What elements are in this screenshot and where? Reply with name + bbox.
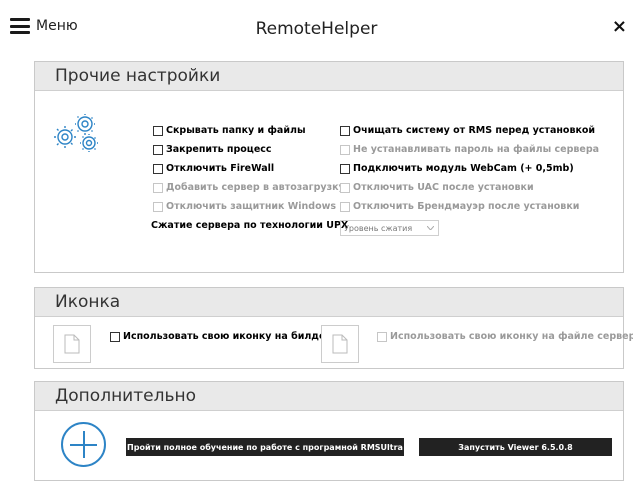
icon-body: Использовать свою иконку на билде Исполь…: [35, 317, 633, 369]
build-icon-picker[interactable]: [53, 325, 91, 363]
add-plus-icon[interactable]: [61, 422, 106, 467]
checkbox-disable-uac[interactable]: Отключить UAC после установки: [340, 182, 534, 193]
extra-panel: Дополнительно Пройти полное обучение по …: [34, 381, 624, 481]
menu-label: Меню: [36, 18, 78, 34]
file-icon: [64, 334, 80, 354]
gears-icon: [54, 114, 98, 152]
checkbox-use-icon-build[interactable]: Использовать свою иконку на билде: [110, 331, 325, 342]
icon-header: Иконка: [35, 288, 623, 317]
other-settings-body: Скрывать папку и файлы Закрепить процесс…: [35, 91, 623, 273]
file-icon: [332, 334, 348, 354]
other-settings-panel: Прочие настройки Скрывать папку и файлы …: [34, 61, 624, 273]
training-button[interactable]: Пройти полное обучение по работе с прогр…: [126, 438, 404, 456]
checkbox-use-icon-server[interactable]: Использовать свою иконку на файле сервер…: [377, 331, 633, 342]
server-icon-picker[interactable]: [321, 325, 359, 363]
checkbox-clean-rms[interactable]: Очищать систему от RMS перед установкой: [340, 125, 595, 136]
checkbox-webcam[interactable]: Подключить модуль WebCam (+ 0,5mb): [340, 163, 574, 174]
checkbox-disable-firewall[interactable]: Отключить FireWall: [153, 163, 274, 174]
upx-label: Сжатие сервера по технологии UPX: [151, 220, 349, 231]
chevron-down-icon: [427, 226, 434, 230]
checkbox-pin-process[interactable]: Закрепить процесс: [153, 144, 272, 155]
app-title: RemoteHelper: [255, 19, 378, 39]
checkbox-no-password[interactable]: Не устанавливать пароль на файлы сервера: [340, 144, 599, 155]
checkbox-autostart[interactable]: Добавить сервер в автозагрузку: [153, 182, 345, 193]
extra-body: Пройти полное обучение по работе с прогр…: [35, 411, 623, 481]
launch-viewer-button[interactable]: Запустить Viewer 6.5.0.8: [419, 438, 612, 456]
menu-button[interactable]: Меню: [10, 18, 78, 34]
extra-header: Дополнительно: [35, 382, 623, 411]
checkbox-disable-defender[interactable]: Отключить защитник Windows: [153, 201, 336, 212]
compression-select[interactable]: Уровень сжатия: [340, 220, 439, 236]
icon-panel: Иконка Использовать свою иконку на билде…: [34, 287, 633, 369]
compression-select-value: Уровень сжатия: [344, 223, 413, 233]
other-settings-header: Прочие настройки: [35, 62, 623, 91]
checkbox-disable-brandmauer[interactable]: Отключить Брендмауэр после установки: [340, 201, 579, 212]
hamburger-icon: [10, 18, 30, 34]
close-button[interactable]: ×: [612, 18, 627, 36]
checkbox-hide-files[interactable]: Скрывать папку и файлы: [153, 125, 306, 136]
